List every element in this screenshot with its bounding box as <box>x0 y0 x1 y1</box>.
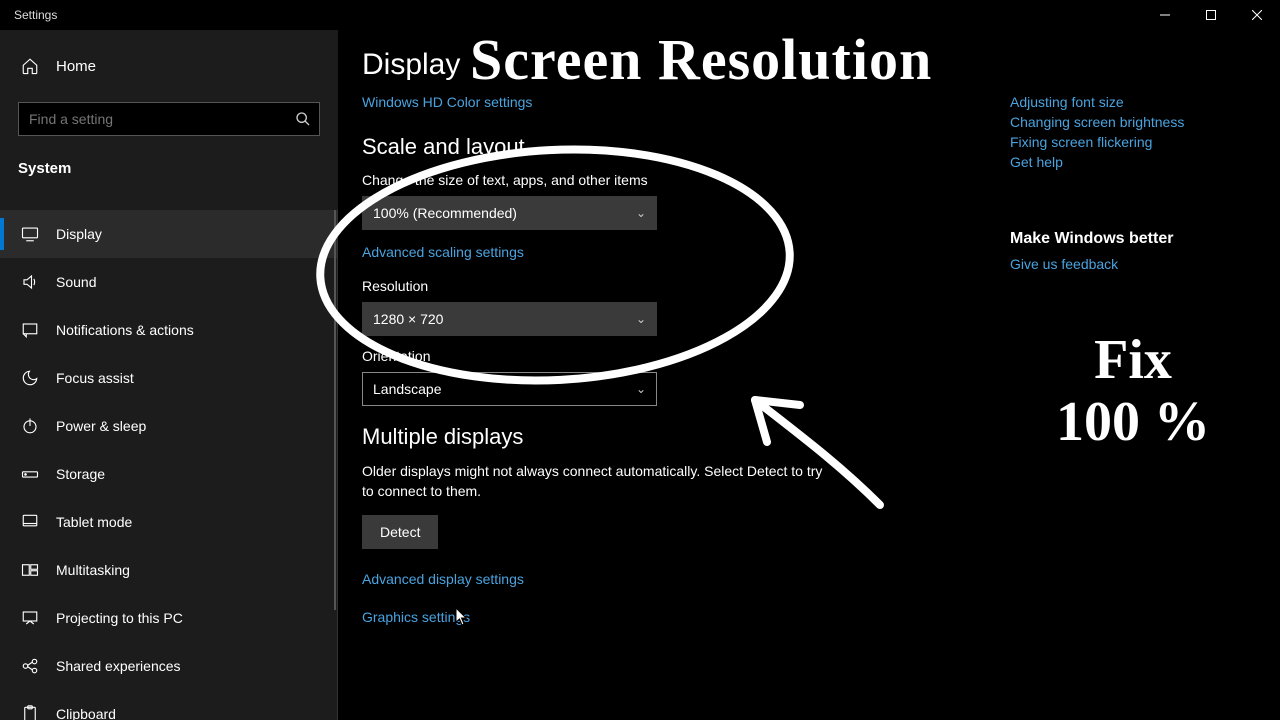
home-icon <box>18 57 42 75</box>
focus-assist-icon <box>18 369 42 387</box>
chevron-down-icon: ⌄ <box>636 382 646 396</box>
sidebar-item-clipboard[interactable]: Clipboard <box>0 690 337 720</box>
scale-value: 100% (Recommended) <box>373 205 517 221</box>
sidebar-item-storage[interactable]: Storage <box>0 450 337 498</box>
sidebar-item-label: Shared experiences <box>56 658 181 674</box>
minimize-icon <box>1160 10 1170 20</box>
shared-icon <box>18 657 42 675</box>
orientation-value: Landscape <box>373 381 442 397</box>
clipboard-icon <box>18 705 42 720</box>
sidebar-item-display[interactable]: Display <box>0 210 337 258</box>
search-icon <box>295 111 311 127</box>
sidebar-item-label: Clipboard <box>56 706 116 720</box>
sidebar-item-label: Tablet mode <box>56 514 132 530</box>
projecting-icon <box>18 609 42 627</box>
sidebar-item-label: Display <box>56 226 102 242</box>
sidebar-item-power-sleep[interactable]: Power & sleep <box>0 402 337 450</box>
graphics-settings-link[interactable]: Graphics settings <box>362 609 1256 625</box>
maximize-icon <box>1206 10 1216 20</box>
multitasking-icon <box>18 561 42 579</box>
scale-dropdown[interactable]: 100% (Recommended) ⌄ <box>362 196 657 230</box>
orientation-dropdown[interactable]: Landscape ⌄ <box>362 372 657 406</box>
tablet-icon <box>18 513 42 531</box>
app-title: Settings <box>0 8 57 22</box>
search-input-wrap[interactable] <box>18 102 320 136</box>
related-link[interactable]: Adjusting font size <box>1010 94 1250 110</box>
related-link[interactable]: Get help <box>1010 154 1250 170</box>
sidebar-item-multitasking[interactable]: Multitasking <box>0 546 337 594</box>
sidebar-item-projecting[interactable]: Projecting to this PC <box>0 594 337 642</box>
sidebar-item-label: Sound <box>56 274 96 290</box>
sidebar-item-label: Notifications & actions <box>56 322 194 338</box>
resolution-dropdown[interactable]: 1280 × 720 ⌄ <box>362 302 657 336</box>
sidebar-scrollbar[interactable] <box>334 210 336 610</box>
maximize-button[interactable] <box>1188 0 1234 30</box>
detect-label: Detect <box>380 524 420 540</box>
detect-button[interactable]: Detect <box>362 515 438 549</box>
sidebar-item-label: Multitasking <box>56 562 130 578</box>
related-links: Adjusting font size Changing screen brig… <box>1010 90 1250 276</box>
chevron-down-icon: ⌄ <box>636 206 646 220</box>
home-label: Home <box>56 58 96 75</box>
make-windows-better-heading: Make Windows better <box>1010 230 1250 248</box>
search-input[interactable] <box>29 111 295 127</box>
close-button[interactable] <box>1234 0 1280 30</box>
resolution-value: 1280 × 720 <box>373 311 443 327</box>
related-link[interactable]: Changing screen brightness <box>1010 114 1250 130</box>
sidebar-item-shared-experiences[interactable]: Shared experiences <box>0 642 337 690</box>
minimize-button[interactable] <box>1142 0 1188 30</box>
close-icon <box>1252 10 1262 20</box>
feedback-link[interactable]: Give us feedback <box>1010 256 1250 272</box>
sidebar-item-notifications[interactable]: Notifications & actions <box>0 306 337 354</box>
storage-icon <box>18 465 42 483</box>
advanced-scaling-link[interactable]: Advanced scaling settings <box>362 244 524 260</box>
advanced-display-link[interactable]: Advanced display settings <box>362 571 1256 587</box>
sidebar-item-tablet-mode[interactable]: Tablet mode <box>0 498 337 546</box>
power-icon <box>18 417 42 435</box>
hd-color-link[interactable]: Windows HD Color settings <box>362 94 532 110</box>
notifications-icon <box>18 321 42 339</box>
sidebar-item-focus-assist[interactable]: Focus assist <box>0 354 337 402</box>
sidebar-item-label: Focus assist <box>56 370 134 386</box>
related-link[interactable]: Fixing screen flickering <box>1010 134 1250 150</box>
sidebar: Home System Display Sound Notifications … <box>0 30 338 720</box>
chevron-down-icon: ⌄ <box>636 312 646 326</box>
category-label: System <box>0 146 338 195</box>
sidebar-item-label: Storage <box>56 466 105 482</box>
overlay-title: Screen Resolution <box>470 26 932 93</box>
home-button[interactable]: Home <box>0 44 338 88</box>
sidebar-item-label: Power & sleep <box>56 418 146 434</box>
sound-icon <box>18 273 42 291</box>
multiple-displays-note: Older displays might not always connect … <box>362 462 832 501</box>
overlay-fix-text: Fix 100 % <box>1056 330 1210 453</box>
window-controls <box>1142 0 1280 30</box>
resolution-label: Resolution <box>362 278 1256 294</box>
sidebar-item-sound[interactable]: Sound <box>0 258 337 306</box>
display-icon <box>18 225 42 243</box>
sidebar-item-label: Projecting to this PC <box>56 610 183 626</box>
sidebar-list: Display Sound Notifications & actions Fo… <box>0 210 338 720</box>
